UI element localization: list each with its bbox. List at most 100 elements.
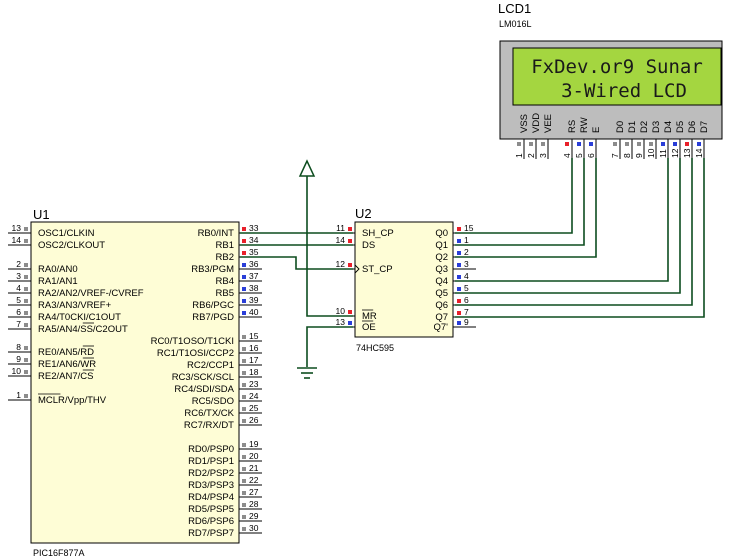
pin-name: RB7/PGD [192, 312, 234, 323]
pin-state-marker [348, 263, 352, 267]
pin-name: MCLR/Vpp/THV [38, 395, 107, 406]
pin-state-marker [348, 310, 352, 314]
pin-name: D4 [663, 121, 674, 133]
pin-number: 10 [336, 306, 346, 316]
pin-name: D5 [675, 121, 686, 133]
pin-number: 3 [538, 153, 548, 158]
pin-state-marker [242, 395, 246, 399]
pin-name: RD2/PSP2 [188, 468, 234, 479]
pin-number: 18 [249, 367, 259, 377]
wires [240, 158, 705, 367]
pin-number: 9 [464, 317, 469, 327]
pin-name: RC6/TX/CK [184, 408, 234, 419]
pin-number: 29 [249, 511, 259, 521]
pin-state-marker [457, 287, 461, 291]
pin-number: 10 [646, 148, 656, 158]
pin-number: 35 [249, 247, 259, 257]
pin-name: Q3 [435, 264, 448, 275]
pin-name: D3 [651, 121, 662, 133]
pin-state-marker [661, 142, 665, 146]
pin-name: RB2 [216, 252, 234, 263]
pin-name: VEE [543, 114, 554, 133]
pin-name: RC1/T1OSI/CCP2 [157, 348, 234, 359]
pin-state-marker [242, 383, 246, 387]
pin-name: RC5/SDO [192, 396, 234, 407]
pin-state-marker [242, 407, 246, 411]
pin-state-marker [457, 275, 461, 279]
pin-state-marker [348, 227, 352, 231]
pin-number: 1 [464, 235, 469, 245]
pin-name: E [591, 127, 602, 133]
pin-state-marker [24, 346, 28, 350]
pin-number: 3 [464, 259, 469, 269]
pin-state-marker [242, 263, 246, 267]
pin-state-marker [242, 251, 246, 255]
power-arrow-icon[interactable] [298, 159, 316, 177]
pin-name: RB0/INT [198, 228, 235, 239]
pin-name: RE1/AN6/WR [38, 359, 96, 370]
pin-number: 6 [586, 153, 596, 158]
pin-number: 7 [16, 319, 21, 329]
pin-number: 9 [634, 153, 644, 158]
pin-state-marker [242, 311, 246, 315]
pin-name: RB4 [216, 276, 234, 287]
pin-name: RE0/AN5/RD [38, 347, 94, 358]
pin-name: VDD [531, 113, 542, 133]
pin-state-marker [242, 455, 246, 459]
pin-state-marker [589, 142, 593, 146]
pin-number: 8 [16, 342, 21, 352]
pin-name: RB5 [216, 288, 234, 299]
u1-microcontroller[interactable]: U1 PIC16F877A 13 OSC1/CLKIN14 OSC2/CLKOUT2… [8, 207, 262, 558]
pin-number: 26 [249, 415, 259, 425]
pin-name: MR [362, 311, 377, 322]
pin-state-marker [529, 142, 533, 146]
pin-name: RC2/CCP1 [187, 360, 234, 371]
pin-name: RD3/PSP3 [188, 480, 234, 491]
pin-state-marker [242, 299, 246, 303]
pin-number: 16 [249, 343, 259, 353]
pin-number: 40 [249, 307, 259, 317]
pin-state-marker [24, 275, 28, 279]
pin-number: 15 [464, 223, 474, 233]
pin-number: 28 [249, 499, 259, 509]
pin-name: RE2/AN7/CS [38, 371, 93, 382]
pin-name: D1 [627, 121, 638, 133]
pin-state-marker [457, 299, 461, 303]
u2-part: 74HC595 [356, 343, 394, 353]
pin-number: 33 [249, 223, 259, 233]
pin-state-marker [457, 251, 461, 255]
u2-shift-register[interactable]: U2 74HC595 11 SH_CP14 DS12 ST_CP10 MR13 OE15Q… [332, 206, 476, 353]
pin-state-marker [24, 239, 28, 243]
pin-number: 15 [249, 331, 259, 341]
pin-name: RA5/AN4/SS/C2OUT [38, 324, 128, 335]
ground-icon[interactable] [297, 367, 317, 379]
pin-number: 5 [464, 283, 469, 293]
pin-state-marker [242, 419, 246, 423]
pin-name: RC0/T1OSO/T1CKI [151, 336, 234, 347]
schematic-canvas: LCD1 LM016L FxDev.or9 Sunar 3-Wired LCD … [8, 1, 723, 558]
pin-name: RA2/AN2/VREF-/CVREF [38, 288, 144, 299]
pin-state-marker [673, 142, 677, 146]
pin-number: 39 [249, 295, 259, 305]
pin-name: VSS [519, 114, 530, 133]
pin-name: RB6/PGC [192, 300, 234, 311]
lcd1[interactable]: LCD1 LM016L FxDev.or9 Sunar 3-Wired LCD … [498, 1, 723, 159]
pin-name: RD4/PSP4 [188, 492, 234, 503]
pin-number: 4 [562, 153, 572, 158]
pin-number: 2 [16, 259, 21, 269]
pin-state-marker [457, 227, 461, 231]
pin-name: Q1 [435, 240, 448, 251]
pin-number: 17 [249, 355, 259, 365]
pin-state-marker [348, 239, 352, 243]
pin-name: RA3/AN3/VREF+ [38, 300, 112, 311]
pin-number: 23 [249, 379, 259, 389]
pin-state-marker [625, 142, 629, 146]
pin-name: RC7/RX/DT [184, 420, 234, 431]
pin-name: RC4/SDI/SDA [174, 384, 234, 395]
pin-number: 19 [249, 439, 259, 449]
pin-number: 6 [464, 295, 469, 305]
pin-name: RS [567, 120, 578, 133]
pin-number: 38 [249, 283, 259, 293]
pin-number: 13 [682, 148, 692, 158]
wire-q1-rw [455, 158, 585, 246]
